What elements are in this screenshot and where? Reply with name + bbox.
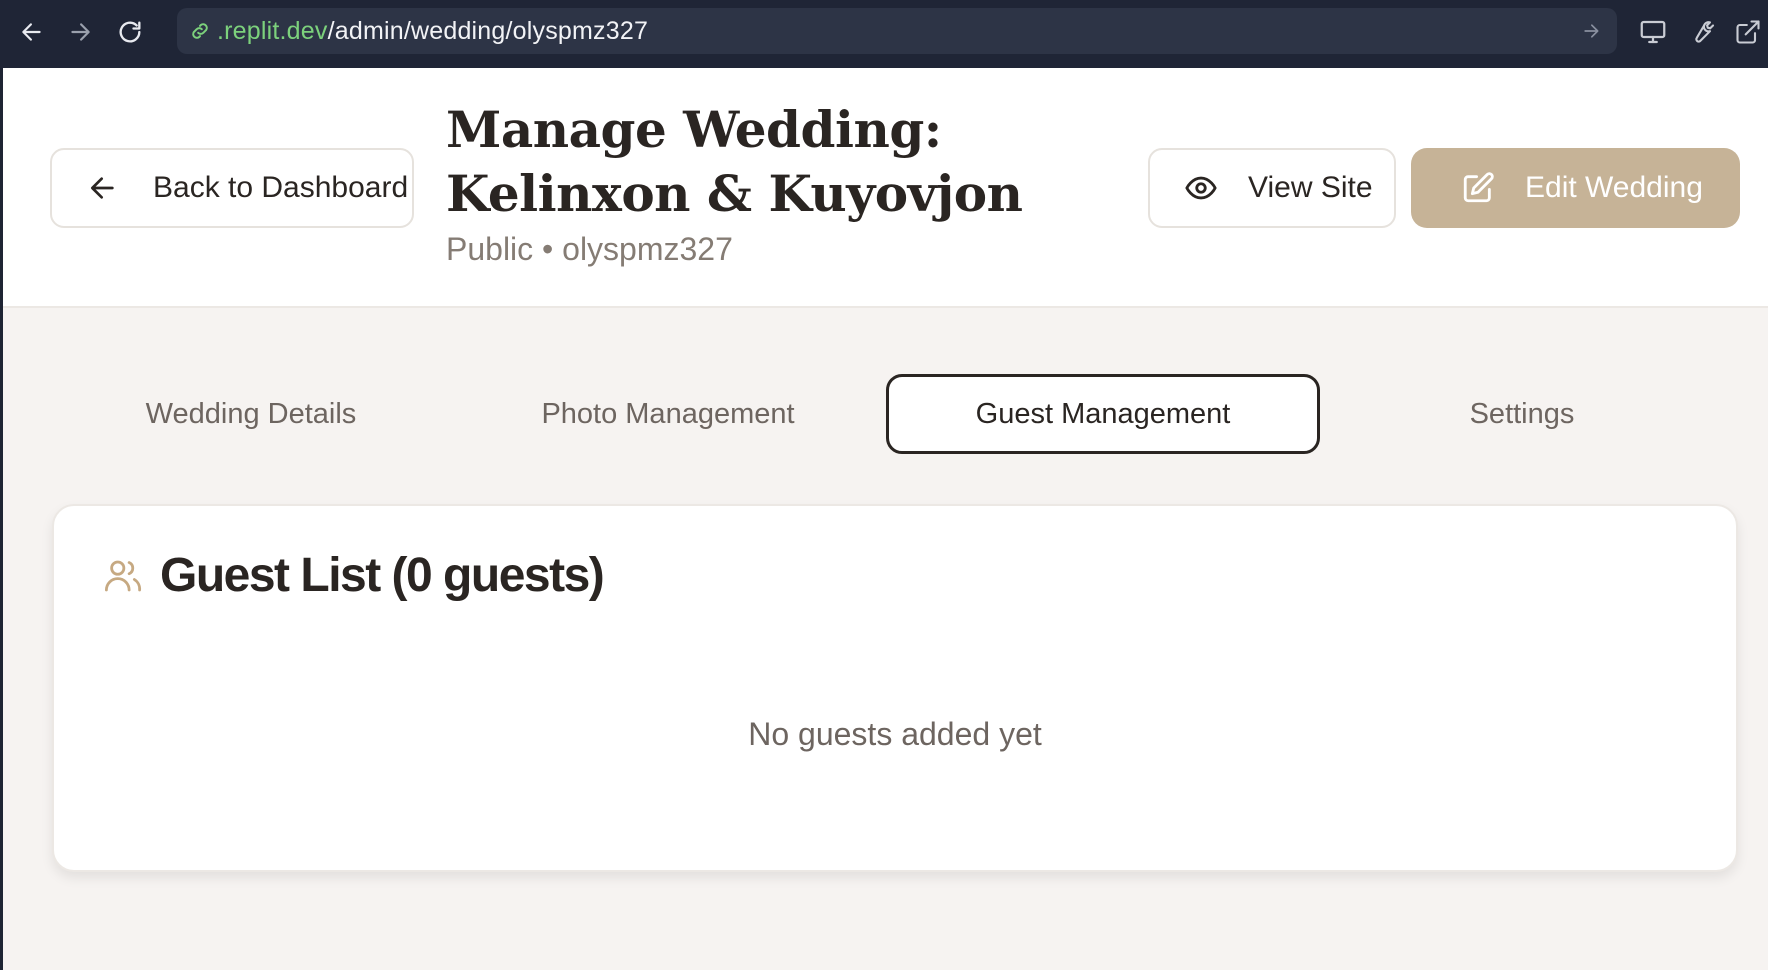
tab-guest-management[interactable]: Guest Management [886, 374, 1320, 454]
edit-wedding-label: Edit Wedding [1525, 171, 1703, 204]
guest-list-card: Guest List (0 guests) No guests added ye… [52, 504, 1738, 872]
back-to-dashboard-label: Back to Dashboard [153, 171, 409, 204]
page-header: Back to Dashboard Manage Wedding: Kelinx… [3, 68, 1768, 308]
tab-settings[interactable]: Settings [1324, 374, 1720, 454]
edit-wedding-button[interactable]: Edit Wedding [1411, 148, 1740, 228]
reload-icon[interactable] [110, 12, 150, 52]
empty-state-text: No guests added yet [748, 716, 1042, 752]
wrench-icon[interactable] [1681, 12, 1721, 52]
page-title: Manage Wedding: Kelinxon & Kuyovjon [446, 100, 1023, 223]
tab-wedding-details[interactable]: Wedding Details [53, 374, 449, 454]
admin-page: Back to Dashboard Manage Wedding: Kelinx… [3, 68, 1768, 970]
forward-icon[interactable] [60, 12, 100, 52]
guest-list-title: Guest List (0 guests) [160, 549, 605, 602]
guest-list-header: Guest List (0 guests) [102, 548, 605, 603]
back-icon[interactable] [12, 12, 52, 52]
address-bar[interactable]: .replit.dev/admin/wedding/olyspmz327 [177, 8, 1617, 54]
edit-icon [1461, 171, 1495, 205]
eye-icon [1184, 171, 1218, 205]
link-icon [187, 18, 213, 44]
view-site-label: View Site [1248, 171, 1373, 204]
view-site-button[interactable]: View Site [1148, 148, 1396, 228]
monitor-icon[interactable] [1633, 12, 1673, 52]
arrow-left-icon [87, 172, 119, 204]
browser-toolbar: .replit.dev/admin/wedding/olyspmz327 [0, 0, 1768, 68]
tab-photo-management[interactable]: Photo Management [470, 374, 866, 454]
go-icon[interactable] [1577, 17, 1605, 45]
external-link-icon[interactable] [1728, 12, 1768, 52]
url-text: .replit.dev/admin/wedding/olyspmz327 [217, 16, 649, 45]
users-icon [102, 555, 144, 597]
back-to-dashboard-button[interactable]: Back to Dashboard [50, 148, 414, 228]
page-subtitle: Public • olyspmz327 [446, 231, 733, 267]
